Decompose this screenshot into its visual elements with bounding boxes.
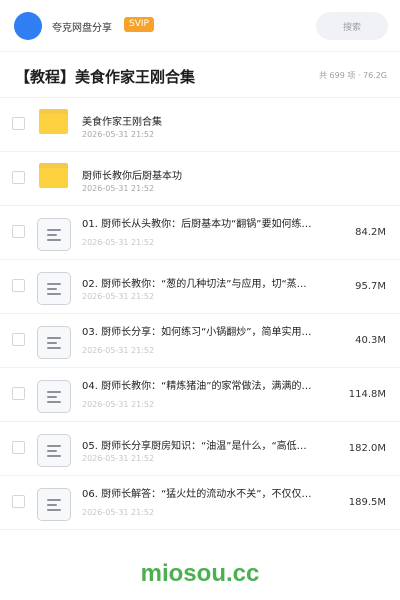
checkbox[interactable] (12, 495, 25, 508)
file-icon (37, 434, 71, 467)
item-name: 厨师长教你后厨基本功 (82, 171, 182, 182)
item-date: 2026-05-31 21:52 (82, 184, 155, 193)
item-name: 03. 厨师长分享：如何练习“小锅翻炒”，简单实用… (82, 327, 312, 338)
list-item[interactable]: 厨师长教你后厨基本功 2026-05-31 21:52 (0, 152, 400, 206)
item-size: 95.7M (355, 281, 386, 292)
item-size: 84.2M (355, 227, 386, 238)
item-size: 114.8M (348, 389, 386, 400)
list-item[interactable]: 美食作家王刚合集 2026-05-31 21:52 (0, 98, 400, 152)
item-date: 2026-05-31 21:52 (82, 454, 155, 463)
folder-icon (39, 163, 68, 188)
top-bar: 夸克网盘分享 SVIP 搜索 (0, 0, 400, 52)
list-item[interactable]: 2026-05-31 21:52 01. 厨师长从头教你：后厨基本功“翻锅”要如… (0, 206, 400, 260)
search-placeholder: 搜索 (342, 22, 361, 33)
checkbox[interactable] (12, 225, 25, 238)
search-input[interactable]: 搜索 (316, 12, 388, 40)
folder-meta: 共 699 项 · 76.2G (319, 71, 387, 80)
item-name: 美食作家王刚合集 (82, 117, 162, 128)
file-icon (37, 272, 71, 305)
page-title: 【教程】美食作家王刚合集 (15, 68, 196, 86)
item-size: 182.0M (348, 443, 386, 454)
checkbox[interactable] (12, 171, 25, 184)
item-name: 06. 厨师长解答：“猛火灶的流动水不关”，不仅仅… (82, 489, 312, 500)
item-size: 40.3M (355, 335, 386, 346)
file-list: 美食作家王刚合集 2026-05-31 21:52 厨师长教你后厨基本功 202… (0, 98, 400, 530)
checkbox[interactable] (12, 387, 25, 400)
folder-icon (39, 109, 68, 134)
checkbox[interactable] (12, 279, 25, 292)
list-item[interactable]: 2026-05-31 21:52 06. 厨师长解答：“猛火灶的流动水不关”，不… (0, 476, 400, 530)
svip-badge: SVIP (124, 17, 154, 32)
item-name: 05. 厨师长分享厨房知识：“油温”是什么，“高低… (82, 441, 307, 452)
list-item[interactable]: 2026-05-31 21:52 03. 厨师长分享：如何练习“小锅翻炒”，简单… (0, 314, 400, 368)
list-item[interactable]: 05. 厨师长分享厨房知识：“油温”是什么，“高低… 2026-05-31 21… (0, 422, 400, 476)
checkbox[interactable] (12, 441, 25, 454)
file-icon (37, 218, 71, 251)
item-name: 04. 厨师长教你：“精炼猪油”的家常做法，满满的… (82, 381, 312, 392)
item-date: 2026-05-31 21:52 (82, 130, 155, 139)
item-size: 189.5M (348, 497, 386, 508)
item-name: 01. 厨师长从头教你：后厨基本功“翻锅”要如何练… (82, 219, 312, 230)
list-item[interactable]: 02. 厨师长教你：“葱的几种切法”与应用，切“蒸… 2026-05-31 21… (0, 260, 400, 314)
file-icon (37, 380, 71, 413)
list-item[interactable]: 2026-05-31 21:52 04. 厨师长教你：“精炼猪油”的家常做法，满… (0, 368, 400, 422)
item-date: 2026-05-31 21:52 (82, 292, 155, 301)
watermark: miosou.cc (140, 560, 260, 587)
file-icon (37, 488, 71, 521)
file-icon (37, 326, 71, 359)
username: 夸克网盘分享 (52, 23, 112, 34)
checkbox[interactable] (12, 117, 25, 130)
folder-header: 【教程】美食作家王刚合集 共 699 项 · 76.2G (0, 52, 400, 98)
avatar[interactable] (14, 12, 42, 40)
item-name: 02. 厨师长教你：“葱的几种切法”与应用，切“蒸… (82, 279, 307, 290)
checkbox[interactable] (12, 333, 25, 346)
